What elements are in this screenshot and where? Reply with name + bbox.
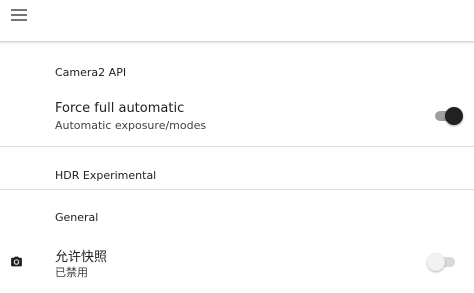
divider [0, 189, 474, 190]
toggle-thumb [427, 253, 445, 271]
settings-screen: Camera2 API Force full automatic Automat… [0, 0, 474, 293]
force-full-automatic-toggle[interactable] [433, 107, 463, 125]
section-header-general: General [55, 211, 99, 224]
setting-summary: 已禁用 [55, 266, 88, 279]
section-header-hdr-experimental[interactable]: HDR Experimental [55, 169, 156, 182]
divider [0, 146, 474, 147]
setting-title: Force full automatic [55, 101, 185, 116]
setting-title: 允许快照 [55, 250, 108, 265]
camera-icon [11, 256, 22, 267]
allow-snapshot-toggle[interactable] [427, 253, 457, 271]
section-header-camera2-api: Camera2 API [55, 66, 127, 79]
app-bar [0, 0, 474, 42]
setting-summary: Automatic exposure/modes [55, 119, 207, 132]
toggle-thumb [445, 107, 463, 125]
hamburger-menu-icon[interactable] [11, 9, 27, 21]
